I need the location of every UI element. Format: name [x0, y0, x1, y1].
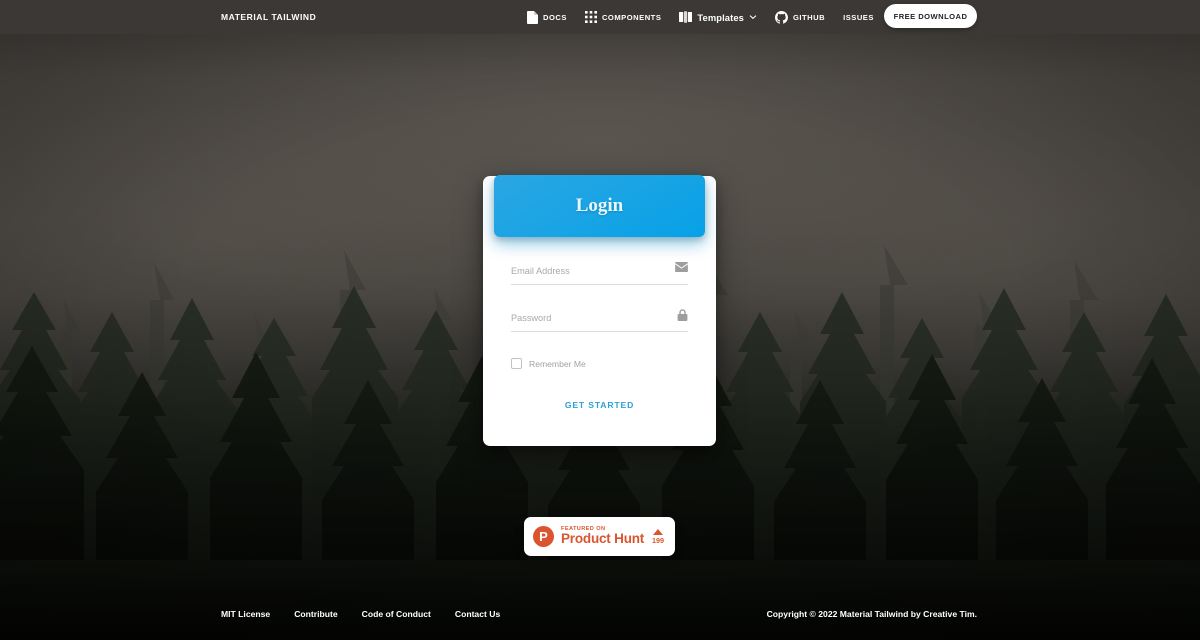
get-started-button[interactable]: GET STARTED [555, 394, 644, 416]
nav-item-github[interactable]: GITHUB [766, 5, 834, 30]
password-input[interactable] [511, 311, 688, 332]
footer-links: MIT License Contribute Code of Conduct C… [221, 609, 500, 619]
book-icon [679, 11, 693, 23]
nav-item-docs[interactable]: DOCS [518, 5, 576, 30]
page-footer: MIT License Contribute Code of Conduct C… [0, 596, 1200, 640]
email-field-wrapper [511, 261, 688, 285]
password-field-wrapper [511, 308, 688, 332]
nav-links: DOCS COMPONENTS Templates GITHUB ISSUES [518, 0, 883, 34]
footer-link-contribute[interactable]: Contribute [294, 609, 337, 619]
remember-me-row[interactable]: Remember Me [511, 358, 688, 369]
product-hunt-name: Product Hunt [561, 531, 645, 547]
remember-me-label: Remember Me [529, 358, 586, 369]
product-hunt-badge[interactable]: P FEATURED ON Product Hunt 199 [524, 517, 675, 556]
document-icon [527, 10, 538, 24]
login-form: Remember Me GET STARTED [483, 238, 716, 416]
envelope-icon [675, 262, 688, 272]
remember-me-checkbox[interactable] [511, 358, 522, 369]
email-input[interactable] [511, 264, 688, 285]
top-navbar: MATERIAL TAILWIND DOCS COMPONENTS Templa… [0, 0, 1200, 34]
submit-row: GET STARTED [483, 394, 716, 416]
nav-item-issues[interactable]: ISSUES [834, 7, 883, 28]
nav-item-docs-label: DOCS [543, 12, 567, 22]
footer-link-code-of-conduct[interactable]: Code of Conduct [362, 609, 431, 619]
nav-item-templates-label: Templates [697, 11, 744, 23]
login-title: Login [575, 195, 624, 216]
product-hunt-logo-icon: P [533, 526, 554, 547]
nav-item-components[interactable]: COMPONENTS [576, 5, 670, 29]
footer-link-contact-us[interactable]: Contact Us [455, 609, 500, 619]
footer-copyright: Copyright © 2022 Material Tailwind by Cr… [766, 609, 977, 619]
brand-logo[interactable]: MATERIAL TAILWIND [221, 12, 316, 22]
grid-icon [584, 11, 597, 23]
footer-link-mit-license[interactable]: MIT License [221, 609, 270, 619]
lock-icon [677, 309, 688, 321]
nav-item-components-label: COMPONENTS [601, 12, 662, 22]
login-card-header: Login [494, 175, 705, 237]
chevron-down-icon [749, 14, 757, 20]
product-hunt-upvote-count: 199 [652, 535, 664, 545]
product-hunt-upvotes[interactable]: 199 [652, 528, 664, 545]
free-download-button[interactable]: FREE DOWNLOAD [884, 4, 977, 28]
github-icon [774, 10, 788, 24]
nav-item-issues-label: ISSUES [843, 12, 874, 22]
product-hunt-text: FEATURED ON Product Hunt [561, 526, 652, 547]
login-card: Login Remember Me [483, 175, 716, 446]
upvote-caret-icon [653, 528, 663, 535]
nav-item-templates[interactable]: Templates [670, 5, 766, 29]
nav-item-github-label: GITHUB [792, 12, 826, 22]
